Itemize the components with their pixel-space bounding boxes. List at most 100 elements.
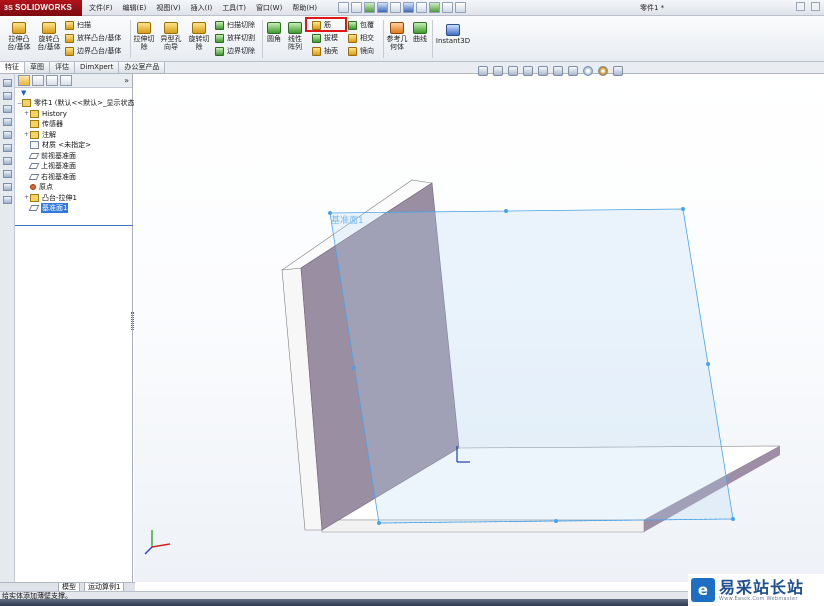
tree-item[interactable]: 上视基准面 <box>17 161 132 172</box>
filter-icon[interactable]: ▼ <box>15 88 132 98</box>
revolve-cut-button[interactable]: 旋转切除 <box>187 22 211 51</box>
hide-show-items-icon[interactable] <box>568 66 578 76</box>
revolve-cut-icon <box>192 22 206 34</box>
tab-dimxpert[interactable]: DimXpert <box>75 62 120 73</box>
draft-label: 拔模 <box>324 34 338 42</box>
apply-scene-icon[interactable] <box>598 66 608 76</box>
curves-button[interactable]: 曲线 <box>412 22 428 43</box>
print-icon[interactable] <box>390 2 401 13</box>
plane-handle[interactable] <box>504 209 508 213</box>
more-tabs-icon[interactable]: » <box>124 76 129 85</box>
tab-features[interactable]: 特征 <box>0 62 25 73</box>
intersect-button[interactable]: 相交 <box>348 33 374 43</box>
menu-insert[interactable]: 插入(I) <box>186 0 218 16</box>
menu-edit[interactable]: 编辑(E) <box>118 0 152 16</box>
options-icon[interactable] <box>455 2 466 13</box>
tree-item[interactable]: 前视基准面 <box>17 151 132 162</box>
shell-button[interactable]: 抽壳 <box>312 46 338 56</box>
tree-item[interactable]: 基准面1 <box>17 203 132 214</box>
feature-tree-tab-icon[interactable] <box>18 75 30 86</box>
file-properties-icon[interactable] <box>442 2 453 13</box>
minimize-icon[interactable] <box>811 2 820 11</box>
tree-item[interactable]: + 凸台-拉伸1 <box>17 193 132 204</box>
instant3d-button[interactable]: Instant3D <box>436 24 470 45</box>
mirror-button[interactable]: 镜向 <box>348 46 374 56</box>
tree-item[interactable]: + 注解 <box>17 130 132 141</box>
rebuild-icon[interactable] <box>429 2 440 13</box>
strip-tool-icon[interactable] <box>3 105 12 113</box>
plane-handle[interactable] <box>377 521 381 525</box>
tree-toggle[interactable]: + <box>23 131 30 138</box>
boundary-cut-button[interactable]: 边界切除 <box>215 46 255 56</box>
new-document-icon[interactable] <box>351 2 362 13</box>
menu-help[interactable]: 帮助(H) <box>287 0 322 16</box>
strip-tool-icon[interactable] <box>3 92 12 100</box>
undo-icon[interactable] <box>403 2 414 13</box>
tree-item[interactable]: 右视基准面 <box>17 172 132 183</box>
draft-button[interactable]: 拔模 <box>312 33 338 43</box>
section-view-icon[interactable] <box>523 66 533 76</box>
fillet-button[interactable]: 圆角 <box>265 22 283 43</box>
tree-item[interactable]: 材质 <未指定> <box>17 140 132 151</box>
strip-tool-icon[interactable] <box>3 183 12 191</box>
view-orientation-icon[interactable] <box>538 66 548 76</box>
strip-tool-icon[interactable] <box>3 157 12 165</box>
linear-pattern-button[interactable]: 线性阵列 <box>287 22 303 51</box>
menu-view[interactable]: 视图(V) <box>151 0 185 16</box>
solidworks-logo[interactable]: 3S SOLIDWORKS <box>0 0 82 16</box>
tree-toggle[interactable]: + <box>23 194 30 201</box>
tab-evaluate[interactable]: 评估 <box>50 62 75 73</box>
strip-tool-icon[interactable] <box>3 79 12 87</box>
sweep-button[interactable]: 扫描 <box>65 20 91 30</box>
lofted-cut-button[interactable]: 放样切割 <box>215 33 255 43</box>
strip-tool-icon[interactable] <box>3 170 12 178</box>
tree-item[interactable]: 传感器 <box>17 119 132 130</box>
pin-icon[interactable] <box>338 2 349 13</box>
revolve-boss-button[interactable]: 旋转凸台/基体 <box>34 22 64 51</box>
plane-handle[interactable] <box>681 207 685 211</box>
hole-wizard-button[interactable]: 异型孔向导 <box>159 22 183 51</box>
boundary-boss-button[interactable]: 边界凸台/基体 <box>65 46 121 56</box>
plane-icon <box>28 173 40 180</box>
tree-item[interactable]: + History <box>17 109 132 120</box>
wrap-button[interactable]: 包覆 <box>348 20 374 30</box>
plane-handle[interactable] <box>554 519 558 523</box>
wrap-icon <box>348 20 357 30</box>
loft-boss-button[interactable]: 放样凸台/基体 <box>65 33 121 43</box>
swept-cut-button[interactable]: 扫描切除 <box>215 20 255 30</box>
plane-handle[interactable] <box>731 517 735 521</box>
tab-sketch[interactable]: 草图 <box>25 62 50 73</box>
menu-window[interactable]: 窗口(W) <box>251 0 287 16</box>
graphics-area[interactable]: 基准面1 <box>134 66 824 582</box>
tree-toggle[interactable]: + <box>23 110 30 117</box>
edit-appearance-icon[interactable] <box>583 66 593 76</box>
property-manager-tab-icon[interactable] <box>32 75 44 86</box>
menu-file[interactable]: 文件(F) <box>84 0 118 16</box>
select-icon[interactable] <box>416 2 427 13</box>
tree-item[interactable]: 原点 <box>17 182 132 193</box>
strip-tool-icon[interactable] <box>3 131 12 139</box>
extrude-cut-button[interactable]: 拉伸切除 <box>133 22 155 51</box>
open-icon[interactable] <box>364 2 375 13</box>
tree-root-part[interactable]: − 零件1 (默认<<默认>_显示状态 <box>17 98 135 109</box>
tab-office-products[interactable]: 办公室产品 <box>119 62 166 73</box>
view-settings-icon[interactable] <box>613 66 623 76</box>
zoom-area-icon[interactable] <box>493 66 503 76</box>
display-style-icon[interactable] <box>553 66 563 76</box>
save-icon[interactable] <box>377 2 388 13</box>
configuration-manager-tab-icon[interactable] <box>46 75 58 86</box>
zoom-to-fit-icon[interactable] <box>478 66 488 76</box>
previous-view-icon[interactable] <box>508 66 518 76</box>
triad-z-axis <box>144 546 153 555</box>
help-icon[interactable] <box>796 2 805 11</box>
menu-tools[interactable]: 工具(T) <box>217 0 251 16</box>
reference-plane-1[interactable] <box>329 208 734 524</box>
strip-tool-icon[interactable] <box>3 144 12 152</box>
strip-tool-icon[interactable] <box>3 196 12 204</box>
plane-handle[interactable] <box>352 366 356 370</box>
plane-handle[interactable] <box>706 362 710 366</box>
strip-tool-icon[interactable] <box>3 118 12 126</box>
display-manager-tab-icon[interactable] <box>60 75 72 86</box>
extrude-boss-button[interactable]: 拉伸凸台/基体 <box>4 22 34 51</box>
reference-geometry-button[interactable]: 参考几何体 <box>386 22 408 51</box>
